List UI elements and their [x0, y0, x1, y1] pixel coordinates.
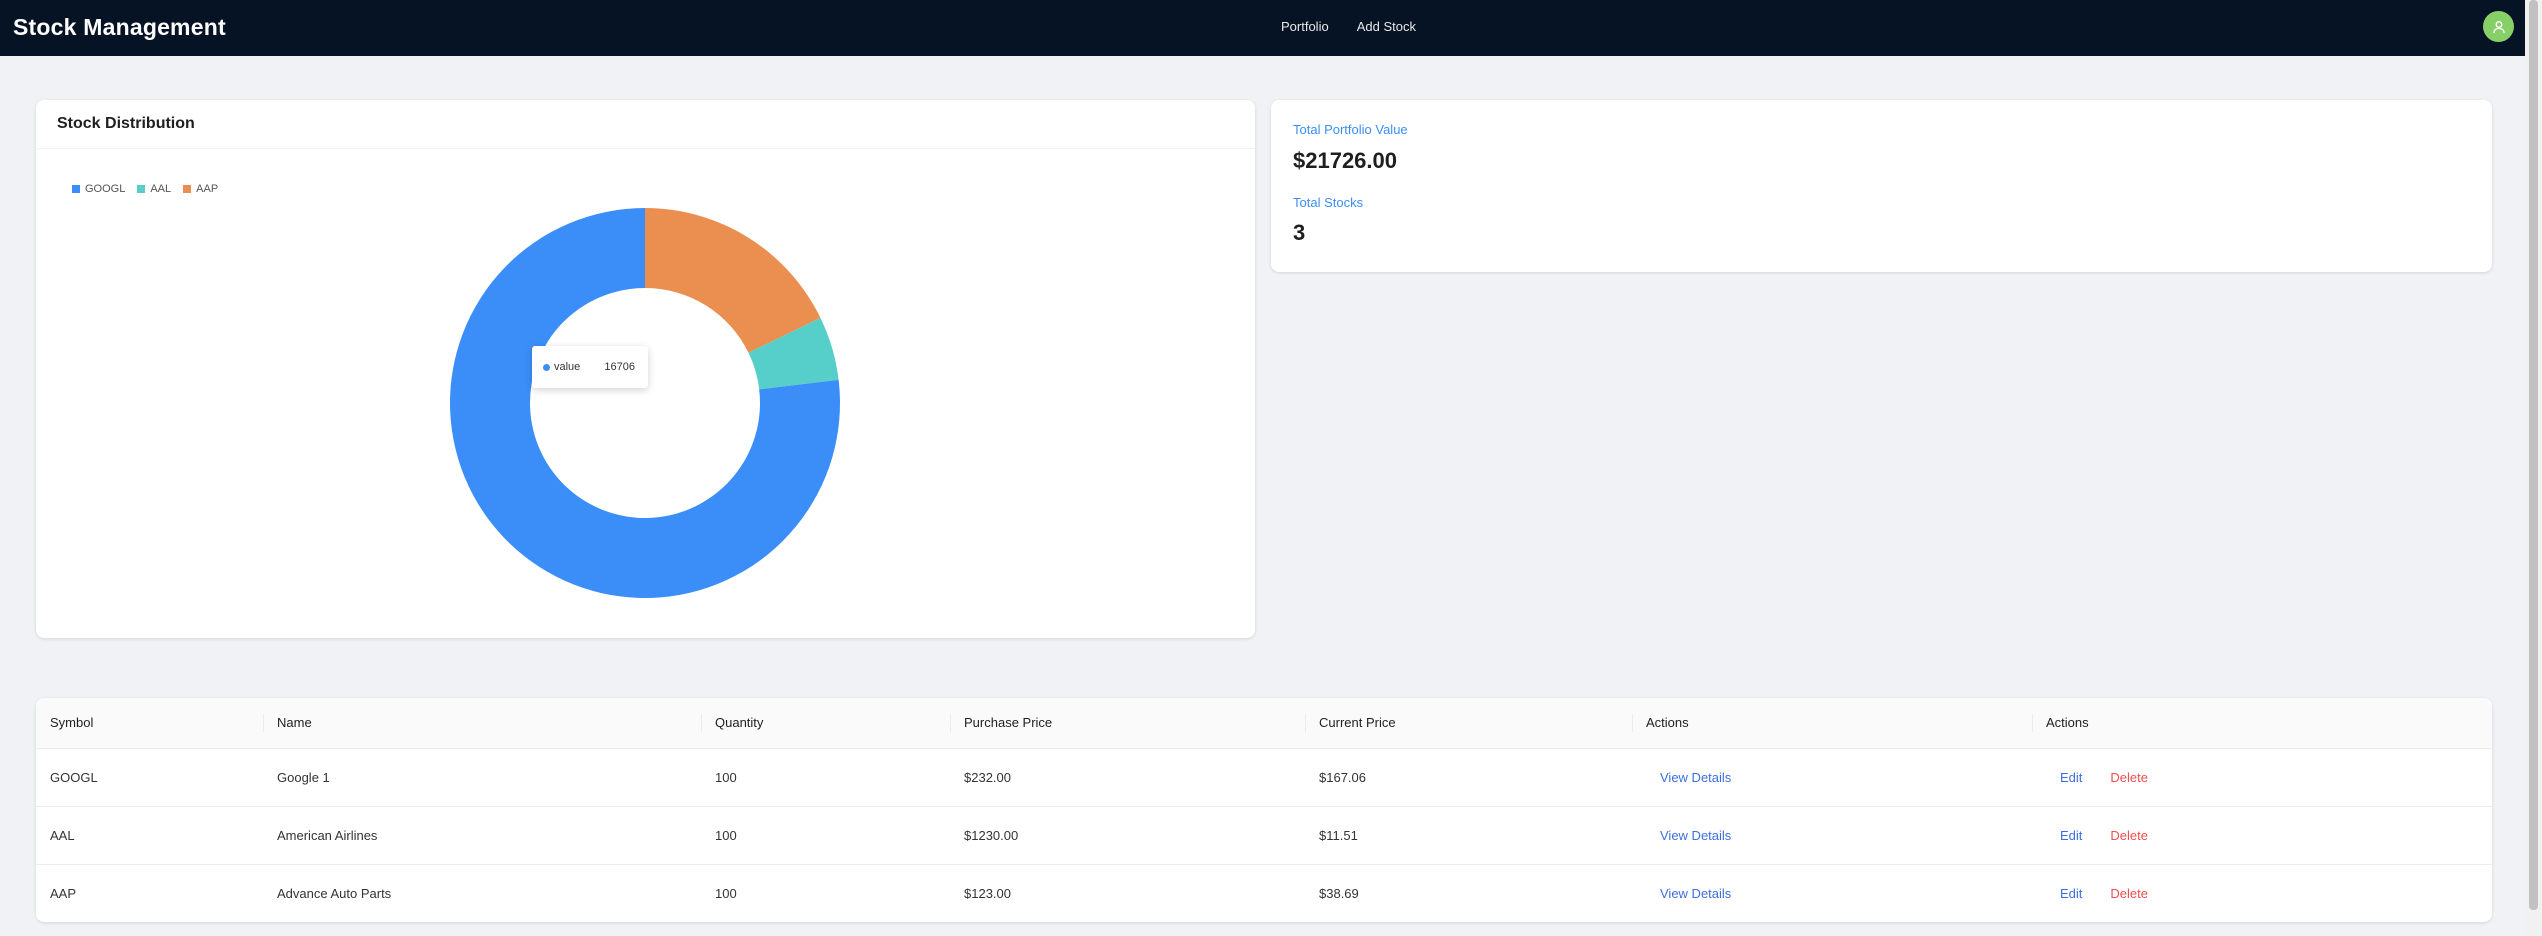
cell-text: $1230.00: [964, 827, 1019, 843]
column-header-name[interactable]: Name: [263, 698, 701, 748]
cell-view-action: View Details: [1632, 864, 2032, 922]
column-header-current-price[interactable]: Current Price: [1305, 698, 1632, 748]
app-title: Stock Management: [13, 14, 226, 40]
cell-symbol: GOOGL: [36, 748, 263, 806]
cell-edit-delete-actions: Edit Delete: [2032, 806, 2492, 864]
cell-name: American Airlines: [263, 806, 701, 864]
nav-add-stock-link[interactable]: Add Stock: [1357, 19, 1416, 34]
table-header-row: Symbol Name Quantity Purchase Price Curr…: [36, 698, 2492, 748]
cell-purchase-price: $123.00: [950, 864, 1305, 922]
total-stocks-label: Total Stocks: [1293, 195, 1364, 210]
delete-button[interactable]: Delete: [2110, 770, 2148, 785]
cell-quantity: 100: [701, 864, 950, 922]
cell-text: $123.00: [964, 885, 1011, 901]
cell-text: AAP: [50, 885, 77, 901]
cell-current-price: $11.51: [1305, 806, 1632, 864]
total-value: $21726.00: [1293, 148, 1397, 173]
tooltip-marker: [543, 363, 550, 371]
cell-text: 100: [715, 827, 737, 843]
table-row: GOOGL Google 1 100 $232.00 $167.06 View …: [36, 748, 2492, 806]
column-header-symbol[interactable]: Symbol: [36, 698, 263, 748]
cell-text: Advance Auto Parts: [277, 885, 392, 901]
scrollbar-thumb[interactable]: [2529, 0, 2538, 910]
cell-text: $11.51: [1319, 827, 1358, 843]
cell-text: AAL: [50, 827, 75, 843]
portfolio-summary-card: Total Portfolio Value $21726.00 Total St…: [1271, 100, 2492, 272]
view-details-link[interactable]: View Details: [1660, 770, 1731, 785]
cell-text: $232.00: [964, 769, 1011, 785]
cell-text: American Airlines: [277, 827, 378, 843]
cell-symbol: AAL: [36, 806, 263, 864]
cell-edit-delete-actions: Edit Delete: [2032, 864, 2492, 922]
header-text: Current Price: [1319, 715, 1396, 731]
stock-distribution-card: Stock Distribution GOOGL AAL AAP value 1…: [36, 100, 1255, 638]
total-value-label: Total Portfolio Value: [1293, 122, 1408, 137]
stocks-table: Symbol Name Quantity Purchase Price Curr…: [36, 698, 2492, 922]
chart-tooltip: value 16706: [532, 346, 648, 388]
column-header-quantity[interactable]: Quantity: [701, 698, 950, 748]
header-text: Actions: [2046, 715, 2089, 731]
delete-button[interactable]: Delete: [2110, 886, 2148, 901]
cell-text: Google 1: [277, 769, 330, 785]
header-text: Name: [277, 715, 312, 731]
tooltip-value: 16706: [604, 361, 635, 373]
user-icon: [2492, 20, 2505, 33]
cell-purchase-price: $1230.00: [950, 806, 1305, 864]
cell-text: 100: [715, 885, 737, 901]
edit-button[interactable]: Edit: [2060, 828, 2082, 843]
table-row: AAL American Airlines 100 $1230.00 $11.5…: [36, 806, 2492, 864]
edit-button[interactable]: Edit: [2060, 770, 2082, 785]
view-details-link[interactable]: View Details: [1660, 828, 1731, 843]
nav-portfolio-link[interactable]: Portfolio: [1281, 19, 1329, 34]
view-details-link[interactable]: View Details: [1660, 886, 1731, 901]
user-avatar[interactable]: [2483, 11, 2514, 42]
cell-text: 100: [715, 769, 737, 785]
column-header-actions: Actions: [1632, 698, 2032, 748]
cell-quantity: 100: [701, 748, 950, 806]
tooltip-label: value: [554, 361, 581, 373]
cell-purchase-price: $232.00: [950, 748, 1305, 806]
cell-name: Advance Auto Parts: [263, 864, 701, 922]
delete-button[interactable]: Delete: [2110, 828, 2148, 843]
top-navbar: Stock Management Portfolio Add Stock: [0, 0, 2542, 56]
header-text: Symbol: [50, 715, 94, 731]
cell-text: $38.69: [1319, 885, 1359, 901]
cell-text: GOOGL: [50, 769, 98, 785]
total-stocks: 3: [1293, 220, 1306, 245]
cell-edit-delete-actions: Edit Delete: [2032, 748, 2492, 806]
header-text: Quantity: [715, 715, 764, 731]
column-header-actions-2: Actions: [2032, 698, 2492, 748]
cell-quantity: 100: [701, 806, 950, 864]
cell-current-price: $167.06: [1305, 748, 1632, 806]
header-text: Purchase Price: [964, 715, 1053, 731]
nav-menu: Portfolio Add Stock: [1281, 19, 1416, 34]
column-header-purchase-price[interactable]: Purchase Price: [950, 698, 1305, 748]
cell-text: $167.06: [1319, 769, 1366, 785]
cell-name: Google 1: [263, 748, 701, 806]
stocks-table-card: Symbol Name Quantity Purchase Price Curr…: [36, 698, 2492, 922]
page-scrollbar[interactable]: [2525, 0, 2542, 936]
edit-button[interactable]: Edit: [2060, 886, 2082, 901]
cell-view-action: View Details: [1632, 748, 2032, 806]
cell-symbol: AAP: [36, 864, 263, 922]
header-text: Actions: [1646, 715, 1689, 731]
table-row: AAP Advance Auto Parts 100 $123.00 $38.6…: [36, 864, 2492, 922]
cell-view-action: View Details: [1632, 806, 2032, 864]
cell-current-price: $38.69: [1305, 864, 1632, 922]
